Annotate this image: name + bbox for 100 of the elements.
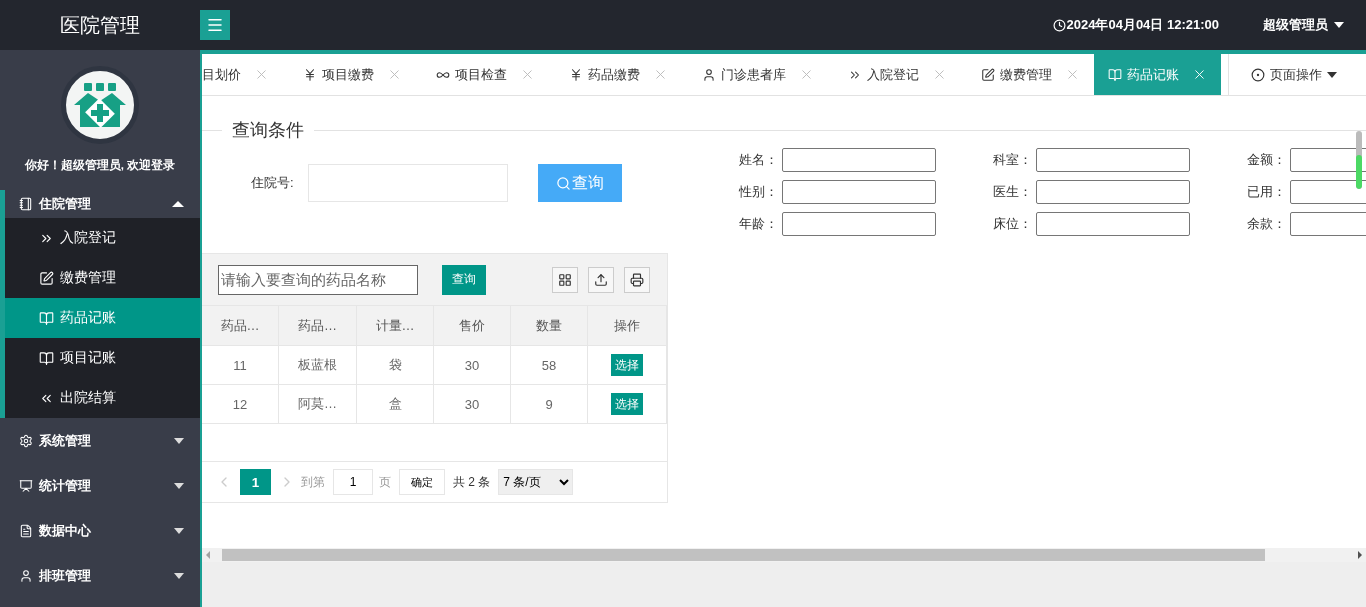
field-label: 金额： (1246, 151, 1287, 169)
datetime: 2024年04月04日 12:21:00 (1052, 16, 1219, 34)
grid-icon (558, 272, 572, 287)
menu-item[interactable]: 缴费管理 (5, 258, 200, 298)
search-button[interactable]: 查询 (442, 264, 486, 295)
close-icon[interactable] (1192, 67, 1207, 82)
page-actions-menu[interactable]: 页面操作 (1228, 54, 1366, 95)
table-cell: 板蓝根 (279, 346, 357, 385)
input-field[interactable] (1036, 212, 1190, 236)
radio-icon (1251, 67, 1265, 82)
table-cell: 11 (202, 346, 279, 385)
notebook-icon (19, 197, 33, 211)
field-label: 姓名： (738, 151, 779, 169)
caret-icon (174, 482, 184, 489)
caret-icon (1327, 71, 1337, 78)
table-cell: 盒 (357, 385, 434, 424)
table-cell: 58 (511, 346, 588, 385)
menu-item[interactable]: 项目记账 (5, 338, 200, 378)
book-icon (39, 310, 54, 326)
menu-item[interactable]: 入院登记 (5, 218, 200, 258)
menu-item[interactable]: 药品记账 (5, 298, 200, 338)
confirm-button[interactable]: 确定 (399, 469, 445, 495)
column-header: 计量… (357, 306, 434, 346)
menu-icon (206, 16, 224, 34)
person-icon (702, 67, 716, 82)
user-menu[interactable]: 超级管理员 (1263, 16, 1344, 34)
edit-icon (981, 67, 995, 82)
page-unit: 页 (379, 473, 391, 491)
document-icon (19, 523, 33, 538)
column-header: 数量 (511, 306, 588, 346)
input-field[interactable] (782, 180, 936, 204)
section-title: 查询条件 (231, 119, 305, 142)
column-header: 操作 (588, 306, 667, 346)
field-label: 床位： (992, 215, 1033, 233)
upload-icon (594, 272, 608, 287)
hospital-logo-icon (72, 81, 128, 129)
app-title: 医院管理 (59, 12, 141, 38)
menu-button[interactable] (200, 10, 230, 40)
greeting: 你好！超级管理员, 欢迎登录 (24, 158, 176, 173)
clock-icon (1052, 18, 1066, 32)
caret-icon (174, 527, 184, 534)
select-button[interactable]: 选择 (611, 393, 643, 415)
menu-group[interactable]: 系统管理 (0, 418, 200, 463)
yen-icon (569, 67, 583, 82)
page-number-field[interactable]: 1 (333, 469, 373, 495)
search-icon (555, 175, 571, 191)
close-icon[interactable] (799, 67, 814, 82)
select-button[interactable]: 选择 (611, 354, 643, 376)
settings-icon (19, 433, 33, 448)
board-icon (19, 478, 33, 493)
column-header: 药品… (202, 306, 279, 346)
close-icon[interactable] (1065, 67, 1080, 82)
close-icon[interactable] (932, 67, 947, 82)
close-icon[interactable] (653, 67, 668, 82)
scrollbar[interactable] (1356, 131, 1362, 189)
total-count: 共 2 条 (453, 473, 491, 491)
printer-icon (630, 272, 644, 287)
export-button[interactable] (588, 266, 614, 293)
input-field[interactable] (782, 148, 936, 172)
menu-group[interactable]: 排班管理 (0, 553, 200, 598)
table-cell: 袋 (357, 346, 434, 385)
close-icon[interactable] (254, 67, 269, 82)
menu-group[interactable]: 统计管理 (0, 463, 200, 508)
drug-search-field[interactable]: 请输入要查询的药品名称 (218, 264, 418, 295)
field-label: 余款： (1246, 215, 1287, 233)
book-icon (1108, 67, 1122, 82)
field-label: 性别： (738, 183, 779, 201)
column-header: 售价 (434, 306, 511, 346)
page-button[interactable]: 1 (240, 469, 271, 495)
field-label: 住院号: (251, 174, 294, 192)
menu-item[interactable]: 出院结算 (5, 378, 200, 418)
caret-icon (174, 437, 184, 444)
table-cell: 30 (434, 346, 511, 385)
edit-icon (39, 270, 54, 286)
caret-icon (174, 572, 184, 579)
goto-label: 到第 (301, 473, 325, 491)
input-field[interactable] (782, 212, 936, 236)
field-label: 已用： (1246, 183, 1287, 201)
close-icon[interactable] (387, 67, 402, 82)
input-field[interactable] (1036, 180, 1190, 204)
book-icon (39, 350, 54, 366)
print-button[interactable] (624, 266, 650, 293)
scrollbar[interactable] (202, 548, 1366, 562)
person-icon (19, 568, 33, 583)
menu-group[interactable]: 数据中心 (0, 508, 200, 553)
menu-group[interactable]: 住院管理 (5, 190, 200, 218)
yen-icon (303, 67, 317, 82)
columns-button[interactable] (552, 266, 578, 293)
field-label: 年龄： (738, 215, 779, 233)
input-field[interactable] (1036, 148, 1190, 172)
table-cell: 9 (511, 385, 588, 424)
table-cell: 阿莫… (279, 385, 357, 424)
admission-number-field[interactable] (307, 164, 508, 202)
page-size-select[interactable]: 7 条/页 (498, 469, 574, 495)
caret-icon (1334, 22, 1344, 28)
close-icon[interactable] (520, 67, 535, 82)
field-label: 科室： (992, 151, 1033, 169)
caret-icon (172, 201, 184, 207)
field-label: 医生： (992, 183, 1033, 201)
column-header: 药品… (279, 306, 357, 346)
